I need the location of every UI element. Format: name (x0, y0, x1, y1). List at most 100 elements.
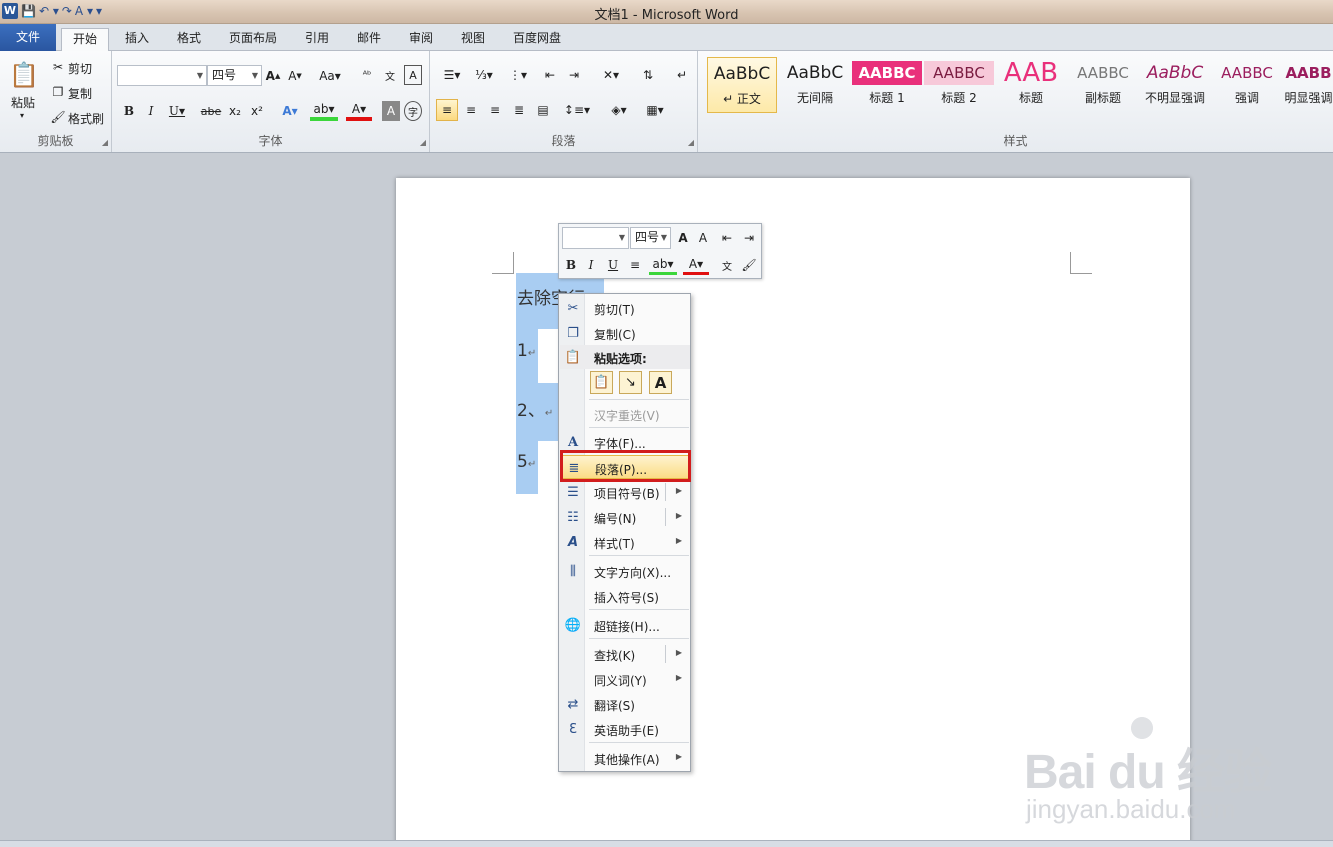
font-name-combo[interactable]: ▼ (117, 65, 207, 86)
style-emphasis[interactable]: AABBC 强调 (1212, 57, 1282, 113)
format-painter-icon[interactable]: 🖌 (739, 255, 759, 275)
bullets-icon[interactable]: ☰▾ (438, 65, 466, 85)
align-left-icon[interactable]: ≡ (436, 99, 458, 121)
paragraph-launcher-icon[interactable]: ◢ (688, 138, 694, 147)
menu-item-cut[interactable]: ✂ 剪切(T) (560, 296, 690, 320)
tab-home[interactable]: 开始 (61, 28, 109, 52)
style-no-spacing[interactable]: AaBbC 无间隔 (780, 57, 850, 113)
paste-dropdown-icon[interactable]: ▾ (20, 111, 24, 120)
style-normal[interactable]: AaBbC ↵ 正文 (707, 57, 777, 113)
underline-icon[interactable]: U (605, 255, 621, 275)
center-icon[interactable]: ≡ (627, 255, 643, 275)
menu-item-hyperlink[interactable]: 🌐 超链接(H)... (560, 613, 690, 637)
phonetic-guide-icon[interactable]: 文 (380, 65, 400, 85)
enclosed-character-icon[interactable]: 字 (404, 101, 422, 121)
scissors-icon[interactable]: ✂ (50, 59, 66, 75)
tab-view[interactable]: 视图 (452, 28, 494, 51)
character-shading-icon[interactable]: A (382, 101, 400, 121)
highlight-color-icon[interactable]: ab▾ (649, 255, 677, 275)
chinese-layout-icon[interactable]: ✕▾ (596, 65, 626, 85)
shrink-font-icon[interactable]: A (694, 228, 712, 248)
menu-item-text-direction[interactable]: ⫼ 文字方向(X)... (560, 559, 690, 583)
menu-item-synonyms[interactable]: 同义词(Y) ▶ (560, 667, 690, 691)
show-marks-icon[interactable]: ↵ (674, 65, 690, 85)
paste-button[interactable]: 粘贴 (11, 94, 35, 111)
increase-indent-icon[interactable]: ⇥ (739, 228, 759, 248)
phonetic-guide-icon[interactable]: 文 (717, 255, 737, 275)
menu-item-reconvert[interactable]: 汉字重选(V) (560, 402, 690, 426)
font-launcher-icon[interactable]: ◢ (420, 138, 426, 147)
paste-text-only-icon[interactable]: A (649, 371, 672, 394)
tab-mailings[interactable]: 邮件 (348, 28, 390, 51)
tab-review[interactable]: 审阅 (400, 28, 442, 51)
paste-icon[interactable]: 📋 (8, 57, 40, 93)
tab-page-layout[interactable]: 页面布局 (222, 28, 284, 51)
menu-item-copy[interactable]: ❐ 复制(C) (560, 321, 690, 345)
menu-item-more-actions[interactable]: 其他操作(A) ▶ (560, 746, 690, 770)
doc-line[interactable]: 1↵ (517, 341, 536, 361)
style-heading-2[interactable]: AABBC 标题 2 (924, 57, 994, 113)
menu-item-styles[interactable]: A 样式(T) ▶ (560, 530, 690, 554)
font-color-icon[interactable]: A▾ (683, 255, 709, 275)
highlight-color-icon[interactable]: ab▾ (310, 101, 338, 121)
copy-icon[interactable]: ❐ (50, 84, 66, 100)
mini-font-size-combo[interactable]: 四号 ▼ (630, 227, 671, 249)
menu-item-english-assistant[interactable]: Ɛ 英语助手(E) (560, 717, 690, 741)
submenu-arrow-icon[interactable]: ▶ (676, 511, 682, 520)
style-title[interactable]: AAB 标题 (996, 57, 1066, 113)
doc-line[interactable]: 5↵ (517, 452, 536, 472)
paste-keep-source-icon[interactable]: 📋 (590, 371, 613, 394)
grow-font-icon[interactable]: A (674, 228, 692, 248)
doc-line[interactable]: 2、↵ (517, 396, 553, 421)
menu-item-find[interactable]: 查找(K) ▶ (560, 642, 690, 666)
shrink-font-icon[interactable]: A ▼ (286, 67, 304, 85)
menu-item-insert-symbol[interactable]: 插入符号(S) (560, 584, 690, 608)
increase-indent-icon[interactable]: ⇥ (564, 65, 584, 85)
italic-icon[interactable]: I (142, 101, 160, 121)
sort-icon[interactable]: ⇅ (638, 65, 658, 85)
character-border-icon[interactable]: A (404, 65, 422, 85)
borders-icon[interactable]: ▦▾ (640, 99, 670, 121)
multilevel-list-icon[interactable]: ⋮▾ (504, 65, 532, 85)
style-intense-emphasis[interactable]: AABB 明显强调 (1284, 57, 1333, 113)
change-case-icon[interactable]: Aa▾ (317, 67, 343, 85)
justify-icon[interactable]: ≣ (508, 99, 530, 121)
tab-file[interactable]: 文件 (0, 24, 56, 51)
strikethrough-icon[interactable]: abe (200, 101, 222, 121)
distributed-icon[interactable]: ▤ (532, 99, 554, 121)
bold-icon[interactable]: B (563, 255, 579, 275)
clipboard-launcher-icon[interactable]: ◢ (102, 138, 108, 147)
grow-font-icon[interactable]: A ▲ (264, 67, 282, 85)
shading-icon[interactable]: ◈▾ (604, 99, 634, 121)
mini-font-name-combo[interactable]: ▼ (562, 227, 629, 249)
tab-format[interactable]: 格式 (168, 28, 210, 51)
align-center-icon[interactable]: ≡ (460, 99, 482, 121)
submenu-arrow-icon[interactable]: ▶ (676, 486, 682, 495)
menu-item-numbering[interactable]: ☷ 编号(N) ▶ (560, 505, 690, 529)
tab-insert[interactable]: 插入 (116, 28, 158, 51)
font-size-combo[interactable]: 四号 ▼ (207, 65, 262, 86)
clear-formatting-icon[interactable]: ᴬᵇ (357, 65, 377, 85)
style-subtitle[interactable]: AABBC 副标题 (1068, 57, 1138, 113)
tab-baidu-netdisk[interactable]: 百度网盘 (504, 28, 570, 51)
numbering-icon[interactable]: ⅓▾ (470, 65, 498, 85)
line-spacing-icon[interactable]: ↕≡▾ (562, 99, 592, 121)
italic-icon[interactable]: I (583, 255, 599, 275)
style-subtle-emphasis[interactable]: AaBbC 不明显强调 (1140, 57, 1210, 113)
text-effects-icon[interactable]: A▾ (278, 101, 302, 121)
cut-button[interactable]: 剪切 (68, 60, 92, 77)
align-right-icon[interactable]: ≡ (484, 99, 506, 121)
menu-item-translate[interactable]: ⇄ 翻译(S) (560, 692, 690, 716)
tab-references[interactable]: 引用 (296, 28, 338, 51)
superscript-icon[interactable]: x² (248, 101, 266, 121)
copy-button[interactable]: 复制 (68, 85, 92, 102)
subscript-icon[interactable]: x₂ (226, 101, 244, 121)
bold-icon[interactable]: B (120, 101, 138, 121)
submenu-arrow-icon[interactable]: ▶ (676, 648, 682, 657)
menu-item-bullets[interactable]: ☰ 项目符号(B) ▶ (560, 480, 690, 504)
decrease-indent-icon[interactable]: ⇤ (540, 65, 560, 85)
format-painter-button[interactable]: 格式刷 (68, 110, 104, 127)
format-painter-icon[interactable]: 🖌 (50, 109, 66, 125)
style-heading-1[interactable]: AABBC 标题 1 (852, 57, 922, 113)
paste-merge-format-icon[interactable]: ↘ (619, 371, 642, 394)
